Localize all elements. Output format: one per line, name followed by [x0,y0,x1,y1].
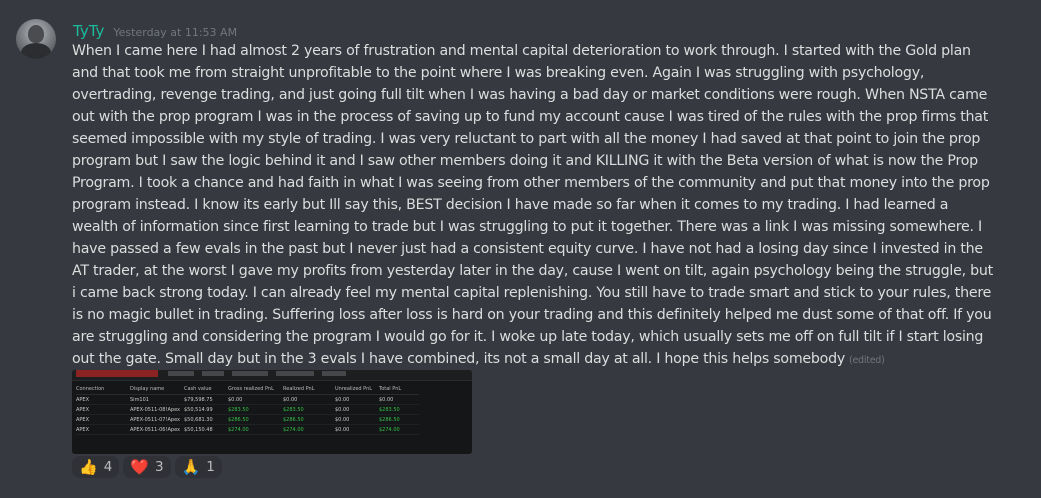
table-cell: $0.00 [335,424,379,435]
column-header: Realized PnL [283,383,335,395]
table-cell: $283.50 [379,404,419,415]
table-cell: Sim101 [130,394,184,405]
table-cell: $0.00 [335,414,379,425]
table-row: APEX APEX-0511-07!Apex $50,681.30 $286.5… [76,414,419,425]
username[interactable]: TyTy [73,22,104,40]
attachment-menu [276,371,314,376]
image-attachment[interactable]: Connection Display name Cash value Gross… [72,370,472,454]
table-header-row: Connection Display name Cash value Gross… [76,383,419,395]
column-header: Display name [130,383,184,395]
avatar-head [28,25,44,43]
attachment-logo [76,370,158,377]
thumbs-up-icon: 👍 [79,458,98,476]
table-cell: $0.00 [283,394,335,405]
table-cell: APEX [76,394,130,405]
message-header: TyTy Yesterday at 11:53 AM [73,22,237,42]
attachment-menu [168,371,194,376]
table-cell: APEX [76,404,130,415]
table-row: APEX APEX-0511-08!Apex $50,514.99 $283.5… [76,404,419,415]
table-cell: $50,150.48 [184,424,228,435]
table-cell: $274.00 [228,424,283,435]
table-cell: $283.50 [228,404,283,415]
table-cell: $0.00 [335,394,379,405]
reaction-praying-hands[interactable]: 🙏 1 [174,456,222,478]
table-cell: $274.00 [379,424,419,435]
table-cell: $50,681.30 [184,414,228,425]
table-cell: $286.50 [379,414,419,425]
reaction-count: 3 [154,459,164,475]
table-cell: APEX-0511-08!Apex [130,404,184,415]
table-cell: $0.00 [379,394,419,405]
attachment-toolbar [72,370,472,381]
avatar-body [21,43,51,59]
table-cell: APEX-0511-06!Apex [130,424,184,435]
table-cell: $50,514.99 [184,404,228,415]
message-timestamp[interactable]: Yesterday at 11:53 AM [113,26,237,39]
reaction-heart[interactable]: ❤️ 3 [123,456,171,478]
table-row: APEX Sim101 $79,598.75 $0.00 $0.00 $0.00… [76,394,419,405]
column-header: Gross realized PnL [228,383,283,395]
table-cell: APEX [76,424,130,435]
reaction-thumbs-up[interactable]: 👍 4 [72,456,120,478]
table-row: APEX APEX-0511-06!Apex $50,150.48 $274.0… [76,424,419,435]
user-avatar[interactable] [16,19,56,59]
praying-hands-icon: 🙏 [181,458,201,476]
column-header: Total PnL [379,383,419,395]
reactions-bar: 👍 4 ❤️ 3 🙏 1 [72,456,222,478]
message-content: When I came here I had almost 2 years of… [72,40,996,372]
table-cell: $0.00 [228,394,283,405]
attachment-menu [232,371,268,376]
message-text: When I came here I had almost 2 years of… [72,43,993,367]
column-header: Unrealized PnL [335,383,379,395]
table-cell: APEX [76,414,130,425]
edited-label: (edited) [849,355,885,366]
table-cell: $286.50 [228,414,283,425]
reaction-count: 4 [103,459,113,475]
table-cell: $283.50 [283,404,335,415]
table-cell: $0.00 [335,404,379,415]
table-cell: $274.00 [283,424,335,435]
table-cell: $79,598.75 [184,394,228,405]
reaction-count: 1 [206,459,215,475]
attachment-menu [202,371,224,376]
column-header: Connection [76,383,130,395]
column-header: Cash value [184,383,228,395]
accounts-table: Connection Display name Cash value Gross… [76,383,419,435]
attachment-menu [322,371,346,376]
heart-icon: ❤️ [130,458,149,476]
table-cell: APEX-0511-07!Apex [130,414,184,425]
table-cell: $286.50 [283,414,335,425]
